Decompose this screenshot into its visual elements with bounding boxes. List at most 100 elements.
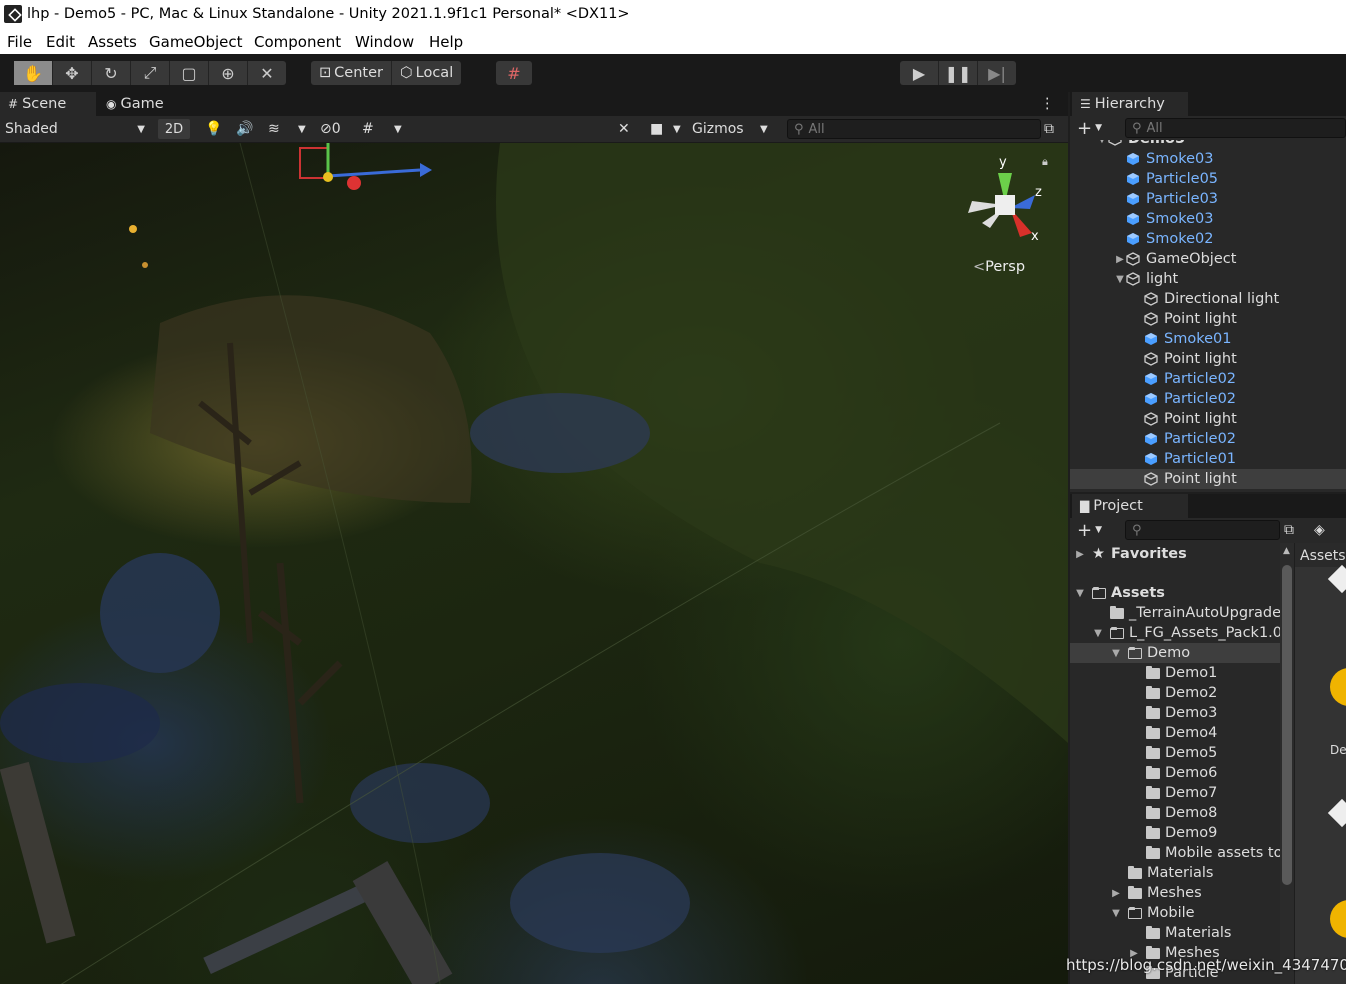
draw-mode-dropdown[interactable]: Shaded ▼ — [5, 119, 147, 139]
project-folder-item[interactable]: Demo6 — [1070, 763, 1280, 783]
hierarchy-item[interactable]: Smoke01 — [1070, 329, 1346, 349]
scene-menu-kebab-icon[interactable]: ⋮ — [1040, 92, 1055, 116]
tab-scene[interactable]: # Scene — [0, 92, 96, 116]
menu-component[interactable]: Component — [254, 33, 341, 51]
hierarchy-item[interactable]: Smoke03 — [1070, 149, 1346, 169]
transform-tool-icon[interactable]: ⊕ — [209, 61, 248, 85]
menu-window[interactable]: Window — [355, 33, 414, 51]
play-button[interactable]: ▶ — [900, 61, 939, 85]
create-asset-button[interactable]: + ▼ — [1077, 520, 1102, 541]
project-folder-item[interactable]: Demo1 — [1070, 663, 1280, 683]
project-folder-item[interactable]: Demo3 — [1070, 703, 1280, 723]
project-folder-item[interactable]: Demo8 — [1070, 803, 1280, 823]
hierarchy-item[interactable]: Particle02 — [1070, 389, 1346, 409]
effects-toggle-icon[interactable]: ≋ — [268, 119, 286, 139]
hierarchy-item[interactable]: ▼ Demo5 — [1070, 140, 1346, 149]
orientation-gizmo[interactable]: y z x 🔒︎ — [960, 153, 1060, 273]
favorites-section[interactable]: ▶ ★ Favorites — [1070, 544, 1280, 564]
camera-chevron-down-icon[interactable]: ▼ — [673, 119, 685, 139]
hierarchy-item[interactable]: Directional light — [1070, 289, 1346, 309]
hierarchy-item[interactable]: Point light — [1070, 469, 1346, 489]
project-folder-item[interactable]: ▼ Mobile — [1070, 903, 1280, 923]
project-folder-item[interactable]: Materials — [1070, 863, 1280, 883]
hierarchy-item[interactable]: ▼ light — [1070, 269, 1346, 289]
gizmos-chevron-down-icon[interactable]: ▼ — [760, 119, 772, 139]
search-options-icon[interactable]: ⧉ — [1044, 119, 1062, 139]
hierarchy-item[interactable]: Smoke02 — [1070, 229, 1346, 249]
project-folder-item[interactable]: Demo7 — [1070, 783, 1280, 803]
expand-arrow-icon[interactable]: ▼ — [1074, 588, 1086, 599]
project-folder-item[interactable]: ▼ Assets — [1070, 583, 1280, 603]
hierarchy-item[interactable]: Point light — [1070, 309, 1346, 329]
custom-tool-icon[interactable]: ✕ — [248, 61, 286, 85]
hand-tool-icon[interactable]: ✋ — [14, 61, 53, 85]
tab-project[interactable]: ▇ Project — [1072, 494, 1188, 518]
scene-viewport[interactable]: y z x 🔒︎ <Persp — [0, 143, 1068, 984]
expand-arrow-icon[interactable]: ▼ — [1110, 648, 1122, 659]
menu-help[interactable]: Help — [429, 33, 463, 51]
filter-label-icon[interactable]: ◈ — [1314, 520, 1330, 540]
camera-icon[interactable]: ■ — [650, 119, 668, 139]
transform-gizmo[interactable] — [299, 143, 432, 190]
expand-arrow-icon[interactable]: ▼ — [1114, 274, 1126, 285]
lock-icon[interactable]: 🔒︎ — [1042, 155, 1048, 169]
menu-edit[interactable]: Edit — [46, 33, 75, 51]
pivot-center-button[interactable]: ⊡ Center — [311, 61, 392, 85]
project-folder-item[interactable]: Demo2 — [1070, 683, 1280, 703]
scene-search-input[interactable]: ⚲ All — [787, 119, 1041, 139]
rect-tool-icon[interactable]: ▢ — [170, 61, 209, 85]
scrollbar-thumb[interactable] — [1282, 565, 1292, 885]
hierarchy-search-input[interactable]: ⚲ All — [1125, 118, 1346, 138]
project-folder-item[interactable]: ▶ Meshes — [1070, 883, 1280, 903]
hierarchy-item[interactable]: Particle05 — [1070, 169, 1346, 189]
hierarchy-item[interactable]: Point light — [1070, 349, 1346, 369]
project-folder-item[interactable]: ▼ Demo — [1070, 643, 1280, 663]
gizmos-button[interactable]: Gizmos — [692, 119, 752, 139]
menu-gameobject[interactable]: GameObject — [149, 33, 243, 51]
project-tree-scrollbar[interactable]: ▲ — [1280, 543, 1294, 984]
project-folder-item[interactable]: Demo5 — [1070, 743, 1280, 763]
audio-toggle-icon[interactable]: 🔊 — [236, 119, 254, 139]
scale-tool-icon[interactable]: ⤢ — [131, 61, 170, 85]
tab-hierarchy[interactable]: ☰ Hierarchy — [1072, 92, 1188, 116]
hierarchy-item[interactable]: Particle02 — [1070, 369, 1346, 389]
hierarchy-item[interactable]: Particle02 — [1070, 429, 1346, 449]
assets-breadcrumb[interactable]: Assets — [1295, 543, 1346, 567]
grid-toggle-icon[interactable]: # — [362, 119, 382, 139]
project-folder-item[interactable]: ▼ L_FG_Assets_Pack1.0 — [1070, 623, 1280, 643]
hierarchy-item[interactable]: Smoke03 — [1070, 209, 1346, 229]
expand-arrow-icon[interactable]: ▼ — [1110, 908, 1122, 919]
expand-arrow-icon[interactable]: ▶ — [1114, 254, 1126, 265]
scroll-up-icon[interactable]: ▲ — [1283, 546, 1290, 556]
project-search-input[interactable]: ⚲ — [1125, 520, 1280, 540]
hierarchy-item[interactable]: Point light — [1070, 409, 1346, 429]
expand-arrow-icon[interactable]: ▶ — [1110, 888, 1122, 899]
lighting-toggle-icon[interactable]: 💡 — [205, 119, 223, 139]
expand-arrow-icon[interactable]: ▼ — [1096, 140, 1108, 145]
tab-game[interactable]: ◉ Game — [98, 92, 172, 116]
menu-assets[interactable]: Assets — [88, 33, 137, 51]
2d-toggle-button[interactable]: 2D — [158, 119, 190, 139]
project-folder-item[interactable]: Mobile assets to — [1070, 843, 1280, 863]
hierarchy-item[interactable]: ▶ GameObject — [1070, 249, 1346, 269]
hierarchy-item[interactable]: Particle01 — [1070, 449, 1346, 469]
project-folder-item[interactable]: Materials — [1070, 923, 1280, 943]
project-folder-item[interactable]: _TerrainAutoUpgrade — [1070, 603, 1280, 623]
pause-button[interactable]: ❚❚ — [939, 61, 978, 85]
prefab-asset-icon-2[interactable] — [1327, 798, 1346, 828]
menu-file[interactable]: File — [7, 33, 32, 51]
grid-chevron-down-icon[interactable]: ▼ — [394, 119, 406, 139]
tools-icon[interactable]: ✕ — [618, 119, 636, 139]
prefab-asset-icon[interactable] — [1327, 564, 1346, 594]
effects-chevron-down-icon[interactable]: ▼ — [298, 119, 310, 139]
light-icon[interactable] — [129, 225, 137, 233]
scene-asset-icon-2[interactable] — [1330, 900, 1346, 938]
add-object-button[interactable]: + ▼ — [1077, 118, 1102, 139]
move-tool-icon[interactable]: ✥ — [53, 61, 92, 85]
hidden-objects-toggle[interactable]: ⊘ 0 — [320, 119, 356, 139]
search-by-type-icon[interactable]: ⧉ — [1284, 520, 1300, 540]
rotate-tool-icon[interactable]: ↻ — [92, 61, 131, 85]
grid-snap-button[interactable]: # — [496, 61, 532, 85]
project-folder-item[interactable]: Demo4 — [1070, 723, 1280, 743]
scene-asset-icon[interactable] — [1330, 668, 1346, 706]
